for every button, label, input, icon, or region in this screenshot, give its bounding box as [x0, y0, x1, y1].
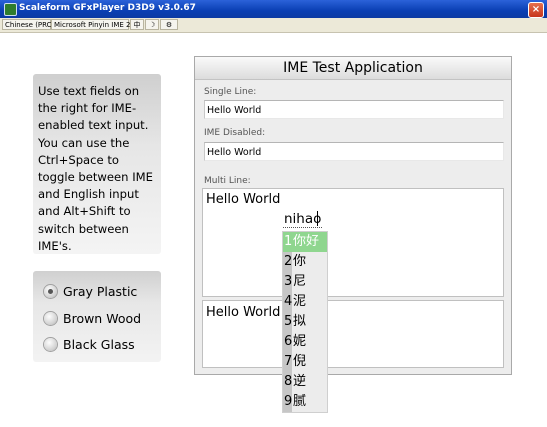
radio-button-icon[interactable]	[44, 312, 57, 325]
multi-line-value: Hello World	[206, 192, 281, 207]
title-bar[interactable]: Scaleform GFxPlayer D3D9 v3.0.67 ×	[0, 0, 547, 18]
ime-candidate-window[interactable]: 1 你好 2你 3尼 4泥 5拟 6妮 7倪 8逆 9腻	[282, 231, 328, 413]
candidate-item[interactable]: 1 你好	[283, 232, 327, 252]
single-line-label: Single Line:	[204, 87, 257, 97]
second-multi-line-textarea[interactable]: Hello World	[202, 300, 504, 368]
radio-button-icon[interactable]	[44, 338, 57, 351]
ime-selector[interactable]: Microsoft Pinyin IME 2007	[51, 19, 144, 30]
candidate-item[interactable]: 4泥	[283, 292, 327, 312]
candidate-item[interactable]: 9腻	[283, 392, 327, 412]
radio-button-icon[interactable]	[44, 285, 57, 298]
second-multi-line-value: Hello World	[206, 305, 281, 320]
close-button[interactable]: ×	[528, 2, 544, 18]
candidate-item[interactable]: 8逆	[283, 372, 327, 392]
theme-radio-group: Gray Plastic Brown Wood Black Glass	[33, 271, 161, 362]
help-panel: Use text fields on the right for IME-ena…	[33, 74, 161, 254]
help-text: Use text fields on the right for IME-ena…	[38, 84, 153, 253]
ime-disabled-value: Hello World	[207, 147, 262, 158]
language-bar: Chinese (PRC) Microsoft Pinyin IME 2007 …	[0, 18, 547, 33]
candidate-item[interactable]: 6妮	[283, 332, 327, 352]
language-selector[interactable]: Chinese (PRC)	[2, 19, 54, 30]
ime-test-panel: IME Test Application Single Line: Hello …	[194, 56, 512, 375]
single-line-input[interactable]: Hello World	[204, 100, 504, 119]
candidate-item[interactable]: 5拟	[283, 312, 327, 332]
candidate-item[interactable]: 7倪	[283, 352, 327, 372]
punctuation-mode-icon[interactable]: ☽	[145, 19, 159, 30]
input-mode-icon[interactable]: 中	[130, 19, 144, 30]
text-caret	[317, 211, 318, 226]
candidate-item[interactable]: 3尼	[283, 272, 327, 292]
radio-label[interactable]: Brown Wood	[63, 310, 141, 328]
candidate-item[interactable]: 2你	[283, 252, 327, 272]
panel-title: IME Test Application	[195, 57, 511, 80]
multi-line-label: Multi Line:	[204, 176, 251, 186]
app-icon	[4, 3, 17, 16]
ime-disabled-input[interactable]: Hello World	[204, 142, 504, 161]
radio-label[interactable]: Gray Plastic	[63, 283, 137, 301]
window-title: Scaleform GFxPlayer D3D9 v3.0.67	[19, 3, 196, 13]
single-line-value: Hello World	[207, 105, 262, 116]
ime-options-icon[interactable]: ⚙	[160, 19, 178, 30]
ime-disabled-label: IME Disabled:	[204, 128, 266, 138]
radio-label[interactable]: Black Glass	[63, 336, 135, 354]
multi-line-textarea[interactable]: Hello World	[202, 188, 504, 297]
